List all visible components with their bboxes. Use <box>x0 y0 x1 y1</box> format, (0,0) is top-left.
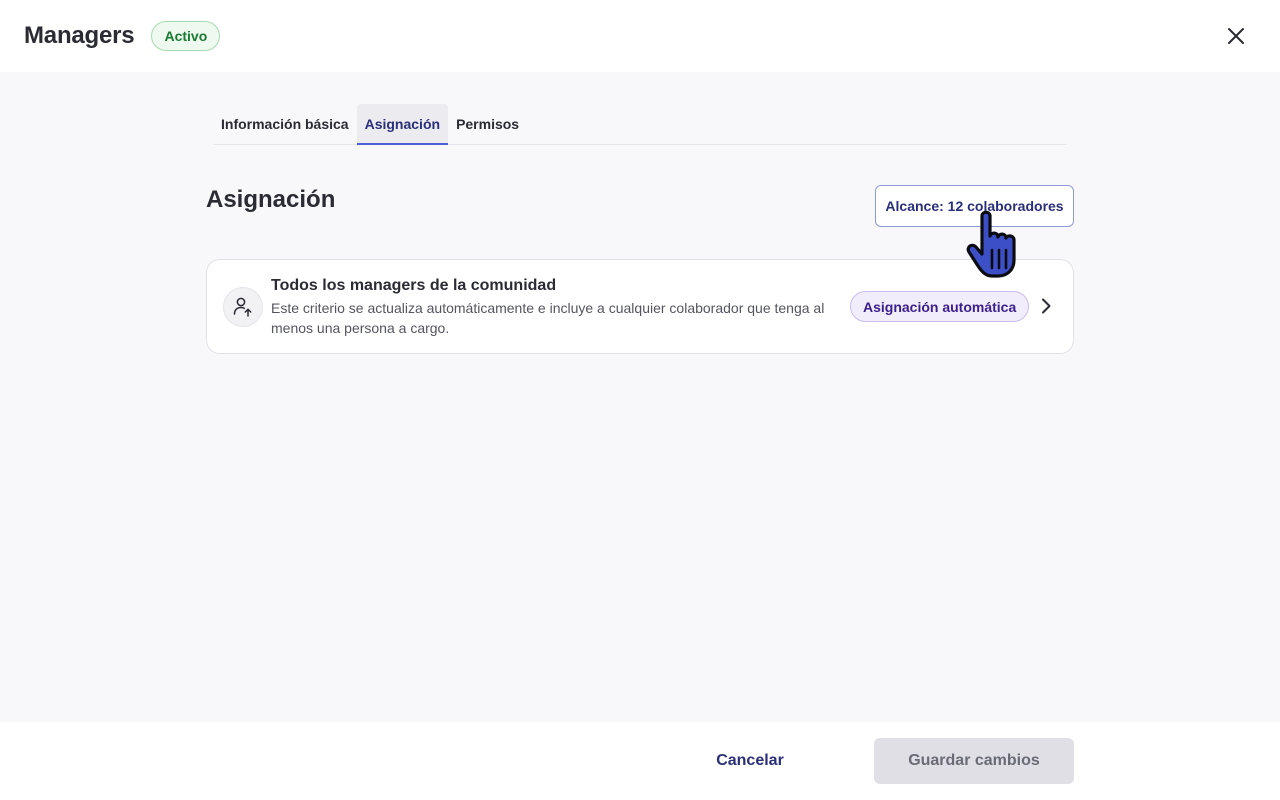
tab-asignacion[interactable]: Asignación <box>356 104 449 145</box>
tab-bar: Información básica Asignación Permisos <box>213 104 1067 145</box>
auto-assignment-badge: Asignación automática <box>850 291 1030 322</box>
scope-button[interactable]: Alcance: 12 colaboradores <box>875 185 1074 227</box>
page-title: Managers <box>24 22 135 49</box>
chevron-right-icon <box>1042 298 1051 314</box>
status-badge: Activo <box>151 21 221 51</box>
criteria-title: Todos los managers de la comunidad <box>271 277 557 294</box>
save-button[interactable]: Guardar cambios <box>874 738 1074 784</box>
close-icon <box>1228 28 1244 44</box>
section-title: Asignación <box>206 186 336 213</box>
modal-footer: Cancelar Guardar cambios <box>0 722 1280 800</box>
close-button[interactable] <box>1224 24 1248 48</box>
criteria-description: Este criterio se actualiza automáticamen… <box>271 300 825 336</box>
modal-header: Managers Activo <box>0 0 1280 72</box>
user-arrow-up-icon <box>223 287 263 327</box>
criteria-card[interactable]: Todos los managers de la comunidad Este … <box>206 259 1074 354</box>
tab-informacion-basica[interactable]: Información básica <box>213 104 357 144</box>
tab-permisos[interactable]: Permisos <box>448 104 527 144</box>
cancel-button[interactable]: Cancelar <box>690 738 810 784</box>
